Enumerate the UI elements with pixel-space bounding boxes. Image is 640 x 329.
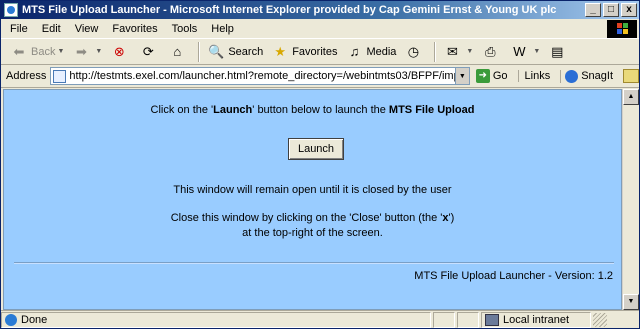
status-panel [433,311,455,328]
chevron-down-icon[interactable]: ▼ [454,68,469,84]
chevron-down-icon[interactable]: ▼ [57,48,64,55]
printer-icon: ⎙ [485,43,496,59]
page-content: Click on the 'Launch' button below to la… [3,89,622,310]
browser-window: MTS File Upload Launcher - Microsoft Int… [0,0,640,329]
chevron-down-icon[interactable]: ▼ [533,48,540,55]
snagit-icon [565,69,579,83]
address-label: Address [6,70,47,82]
minimize-button[interactable]: _ [585,3,601,17]
menu-tools[interactable]: Tools [165,23,205,35]
resize-grip-icon[interactable] [593,312,607,327]
intro-prefix: Click on the ' [150,104,214,116]
close-instructions: Close this window by clicking on the 'Cl… [4,212,621,224]
intranet-icon [485,313,499,326]
links-button[interactable]: Links [517,70,550,82]
refresh-icon: ⟳ [142,43,154,59]
close-prefix: Close this window by clicking on the 'Cl… [170,212,443,224]
search-button[interactable]: 🔍 Search [204,41,266,63]
back-arrow-icon: ⬅ [13,43,25,59]
zone-label: Local intranet [503,313,570,326]
address-url[interactable]: http://testmts.exel.com/launcher.html?re… [69,70,454,82]
discuss-button[interactable]: ▤ [545,41,572,63]
intro-app-name: MTS File Upload [388,104,475,116]
menu-bar: File Edit View Favorites Tools Help [1,19,639,39]
address-bar: Address http://testmts.exel.com/launcher… [1,65,639,88]
horizontal-rule [14,262,614,264]
maximize-button[interactable]: □ [603,3,619,17]
scroll-up-icon[interactable]: ▲ [623,89,639,105]
title-bar[interactable]: MTS File Upload Launcher - Microsoft Int… [1,1,639,19]
home-button[interactable]: ⌂ [165,41,192,63]
intro-text: Click on the 'Launch' button below to la… [4,104,621,116]
capture-icon[interactable] [623,69,639,83]
go-arrow-icon: ➜ [475,69,490,83]
status-bar: Done Local intranet [1,310,639,328]
close-instructions-line2: at the top-right of the screen. [242,227,383,239]
window-controls: _ □ x [585,3,637,17]
menu-edit[interactable]: Edit [35,23,68,35]
word-edit-icon: W [513,44,526,59]
chevron-down-icon[interactable]: ▼ [95,48,102,55]
mail-button[interactable]: ✉ ▼ [440,41,476,63]
media-button[interactable]: ♫ Media [342,41,399,63]
favorites-button[interactable]: ★ Favorites [268,41,340,63]
status-main: Done [1,311,431,328]
star-icon: ★ [274,43,287,59]
history-button[interactable]: ◷ [401,41,428,63]
chevron-down-icon[interactable]: ▼ [466,48,473,55]
launch-button[interactable]: Launch [288,138,344,160]
intro-button-name: Launch [213,104,253,116]
search-label: Search [228,45,264,58]
history-icon: ◷ [407,43,420,59]
go-label: Go [492,70,508,82]
home-icon: ⌂ [173,44,182,59]
vertical-scrollbar[interactable]: ▲ ▼ [622,89,639,310]
windows-logo-icon [607,20,637,38]
menu-help[interactable]: Help [204,23,241,35]
edit-button[interactable]: W ▼ [507,41,543,63]
ie-page-icon [5,313,17,326]
remain-open-text: This window will remain open until it is… [173,184,452,196]
search-icon: 🔍 [208,43,225,59]
mail-icon: ✉ [446,43,458,59]
go-button[interactable]: ➜ Go [475,69,508,83]
standard-toolbar: ⬅ Back ▼ ➡ ▼ ⊗ ⟳ ⌂ 🔍 Search ★ Favorites … [1,39,639,65]
security-zone[interactable]: Local intranet [481,311,591,328]
ie-app-icon[interactable] [4,3,18,17]
stop-button[interactable]: ⊗ [107,41,134,63]
status-text: Done [21,313,48,326]
menu-favorites[interactable]: Favorites [105,23,164,35]
document-icon: ▤ [551,43,564,59]
forward-button[interactable]: ➡ ▼ [69,41,105,63]
menu-file[interactable]: File [1,23,35,35]
media-icon: ♫ [349,44,360,59]
forward-arrow-icon: ➡ [75,43,87,59]
favorites-label: Favorites [292,45,338,58]
media-label: Media [366,45,397,58]
toolbar-divider [434,41,437,62]
address-input[interactable]: http://testmts.exel.com/launcher.html?re… [50,67,470,85]
intro-middle: ' button below to launch the [252,104,389,116]
print-button[interactable]: ⎙ [478,41,505,63]
refresh-button[interactable]: ⟳ [136,41,163,63]
page-icon [53,69,67,83]
close-suffix: ') [448,212,455,224]
scroll-down-icon[interactable]: ▼ [623,294,639,310]
status-panel [457,311,479,328]
snagit-button[interactable]: SnagIt [560,69,614,83]
window-title: MTS File Upload Launcher - Microsoft Int… [22,4,557,16]
stop-icon: ⊗ [113,43,125,59]
menu-view[interactable]: View [68,23,106,35]
version-text: MTS File Upload Launcher - Version: 1.2 [414,270,613,282]
back-button[interactable]: ⬅ Back ▼ [7,41,67,63]
close-button[interactable]: x [621,3,637,17]
snagit-label: SnagIt [581,70,614,82]
back-label: Back [31,45,56,58]
toolbar-divider [198,41,201,62]
